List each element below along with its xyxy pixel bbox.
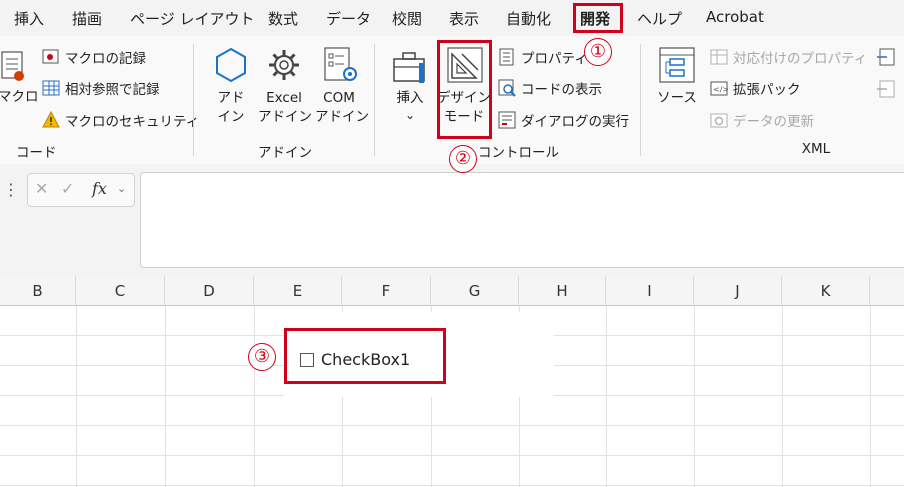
macro-security-label: マクロのセキュリティ	[65, 114, 200, 130]
relative-reference-button[interactable]: 相対参照で記録	[42, 76, 160, 100]
macro-security-button[interactable]: マクロのセキュリティ	[42, 108, 199, 132]
grid-line	[0, 425, 904, 426]
toolbox-icon	[393, 52, 425, 83]
highlight-design-mode	[437, 40, 492, 139]
export-icon[interactable]	[876, 79, 898, 99]
menu-tab-acrobat[interactable]: Acrobat	[706, 8, 764, 26]
highlight-checkbox	[284, 328, 446, 384]
column-header-b[interactable]: B	[0, 276, 76, 306]
run-dialog-label: ダイアログの実行	[521, 114, 629, 130]
menu-tab-draw[interactable]: 描画	[72, 8, 102, 29]
column-header-g[interactable]: G	[431, 276, 519, 306]
column-header-k[interactable]: K	[782, 276, 870, 306]
map-properties-label: 対応付けのプロパティ	[733, 51, 868, 67]
svg-text:</>: </>	[713, 85, 728, 94]
chevron-down-icon[interactable]: ⌄	[117, 182, 126, 195]
com-addins-icon	[324, 47, 357, 81]
insert-function-icon[interactable]: fx	[92, 179, 107, 198]
menu-tab-data[interactable]: データ	[326, 8, 371, 29]
run-dialog-button[interactable]: ダイアログの実行	[498, 108, 629, 132]
enter-icon[interactable]: ✓	[61, 179, 74, 198]
record-macro-icon	[42, 49, 59, 64]
expansion-packs-label: 拡張パック	[733, 82, 801, 98]
xml-source-icon	[659, 47, 695, 83]
properties-button[interactable]: プロパティ	[498, 45, 588, 69]
grid-line	[0, 485, 904, 486]
annotation-number-3: ③	[248, 343, 276, 371]
import-icon[interactable]	[876, 47, 898, 67]
column-header-l[interactable]	[870, 276, 904, 306]
view-code-label: コードの表示	[521, 82, 602, 98]
properties-label: プロパティ	[521, 51, 588, 67]
grid-line	[0, 455, 904, 456]
more-dots-icon[interactable]: ⋮	[3, 180, 19, 199]
excel-addins-label-1: Excel	[266, 90, 302, 106]
xml-group-label: XML	[801, 141, 831, 157]
grid-line	[165, 306, 166, 487]
column-header-j[interactable]: J	[694, 276, 782, 306]
addins-label-1: アド	[217, 90, 245, 106]
grid-line	[76, 306, 77, 487]
column-header-e[interactable]: E	[254, 276, 342, 306]
separator	[374, 44, 375, 156]
menu-tab-help[interactable]: ヘルプ	[637, 8, 682, 29]
column-header-c[interactable]: C	[76, 276, 165, 306]
column-header-h[interactable]: H	[519, 276, 606, 306]
macro-label: マクロ	[0, 89, 39, 105]
menu-tab-automate[interactable]: 自動化	[506, 8, 551, 29]
macro-icon	[1, 51, 24, 81]
column-header-i[interactable]: I	[606, 276, 694, 306]
refresh-data-icon	[710, 113, 728, 128]
refresh-data-label: データの更新	[733, 114, 814, 130]
code-group-label: コード	[16, 145, 57, 161]
view-code-button[interactable]: コードの表示	[498, 76, 602, 100]
record-macro-label: マクロの記録	[65, 51, 146, 67]
menu-bar: 挿入 描画 ページ レイアウト 数式 データ 校閲 表示 自動化 開発 ヘルプ …	[0, 0, 904, 36]
excel-addins-label-2: アドイン	[258, 109, 312, 125]
controls-group-label: コントロール	[478, 145, 559, 161]
warning-icon	[42, 111, 60, 128]
expansion-packs-button[interactable]: </> 拡張パック	[710, 76, 801, 100]
grid-line	[606, 306, 607, 487]
grid-line	[782, 306, 783, 487]
menu-tab-page-layout[interactable]: ページ レイアウト	[130, 8, 254, 29]
addins-hexagon-icon	[216, 47, 246, 83]
chevron-down-icon: ⌄	[404, 108, 416, 122]
menu-tab-insert[interactable]: 挿入	[14, 8, 44, 29]
map-properties-icon	[710, 49, 728, 65]
highlight-developer-tab	[573, 3, 623, 33]
com-addins-label-1: COM	[323, 90, 355, 106]
relative-reference-label: 相対参照で記録	[65, 82, 160, 98]
column-header-d[interactable]: D	[165, 276, 254, 306]
annotation-number-1: ①	[584, 38, 612, 66]
formula-buttons: ✕ ✓ fx ⌄	[27, 173, 135, 207]
map-properties-button[interactable]: 対応付けのプロパティ	[710, 45, 867, 69]
grid-line	[694, 306, 695, 487]
separator	[193, 44, 194, 156]
com-addins-label-2: アドイン	[315, 109, 369, 125]
formula-input[interactable]	[140, 172, 904, 268]
menu-tab-formulas[interactable]: 数式	[268, 8, 298, 29]
addins-group-label: アドイン	[258, 145, 312, 161]
grid-line	[254, 306, 255, 487]
run-dialog-icon	[498, 111, 516, 129]
xml-source-label: ソース	[657, 90, 697, 106]
expansion-packs-icon: </>	[710, 81, 728, 96]
relative-reference-icon	[42, 80, 60, 96]
properties-icon	[499, 48, 514, 66]
gear-icon	[269, 50, 299, 80]
cancel-icon[interactable]: ✕	[35, 179, 48, 198]
grid-line	[870, 306, 871, 487]
record-macro-button[interactable]: マクロの記録	[42, 45, 146, 69]
refresh-data-button[interactable]: データの更新	[710, 108, 814, 132]
menu-tab-review[interactable]: 校閲	[392, 8, 422, 29]
addins-label-2: イン	[217, 109, 245, 125]
view-code-icon	[498, 79, 516, 97]
separator	[640, 44, 641, 156]
column-header-f[interactable]: F	[342, 276, 431, 306]
annotation-number-2: ②	[449, 145, 477, 173]
menu-tab-view[interactable]: 表示	[449, 8, 479, 29]
